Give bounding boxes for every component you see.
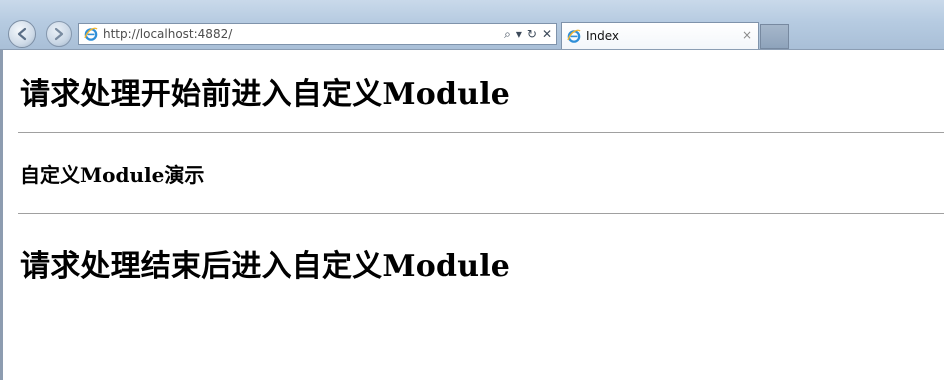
divider xyxy=(18,213,944,214)
window-left-border xyxy=(0,50,3,380)
address-bar[interactable]: http://localhost:4882/ ⌕ ▾ ↻ ✕ xyxy=(78,23,557,45)
refresh-icon[interactable]: ↻ xyxy=(527,26,537,42)
forward-button[interactable] xyxy=(46,21,72,47)
search-icon[interactable]: ⌕ xyxy=(504,26,511,42)
demo-title: 自定义Module演示 xyxy=(20,163,205,187)
forward-arrow-icon xyxy=(54,27,64,41)
new-tab-button[interactable] xyxy=(760,24,789,49)
tab-title: Index xyxy=(586,29,620,43)
address-url: http://localhost:4882/ xyxy=(103,27,233,41)
back-arrow-icon xyxy=(17,27,27,41)
divider xyxy=(18,132,944,133)
back-button[interactable] xyxy=(8,20,36,48)
stop-icon[interactable]: ✕ xyxy=(542,26,552,42)
ie-tab-icon xyxy=(567,29,581,43)
after-heading: 请求处理结束后进入自定义Module xyxy=(20,249,511,284)
address-tools: ⌕ ▾ ↻ ✕ xyxy=(504,26,552,42)
close-icon[interactable]: × xyxy=(742,28,752,42)
before-heading: 请求处理开始前进入自定义Module xyxy=(20,77,511,112)
chevron-down-icon[interactable]: ▾ xyxy=(516,26,522,42)
ie-page-icon xyxy=(84,27,98,41)
page-content: 请求处理开始前进入自定义Module 自定义Module演示 请求处理结束后进入… xyxy=(0,50,944,380)
browser-toolbar: http://localhost:4882/ ⌕ ▾ ↻ ✕ Index × xyxy=(0,0,944,50)
tab-index[interactable]: Index × xyxy=(561,22,759,49)
